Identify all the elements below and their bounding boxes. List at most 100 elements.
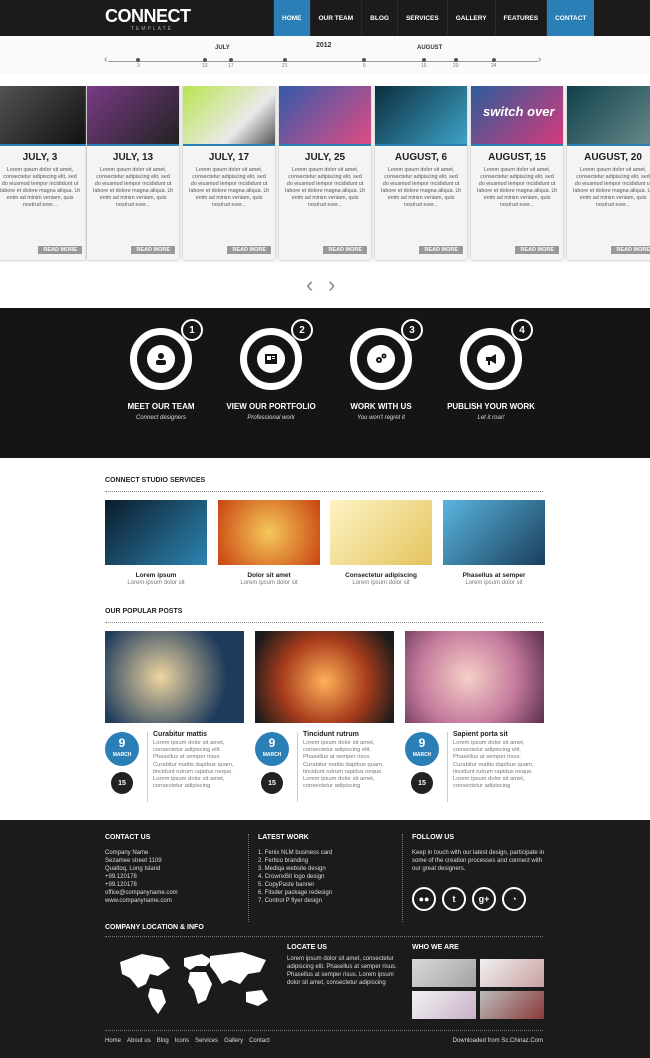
timeline: 2012 JULY AUGUST ‹ › 3 13 17 21 6 15 20 …	[0, 36, 650, 74]
timeline-year: 2012	[316, 42, 332, 49]
read-more-button[interactable]: READ MORE	[419, 246, 463, 254]
latest-work-link[interactable]: 1. Fenix NLM business card	[258, 849, 398, 857]
read-more-button[interactable]: READ MORE	[323, 246, 367, 254]
nav-our-team[interactable]: OUR TEAM	[309, 0, 362, 36]
flickr-icon[interactable]: ●●	[412, 887, 436, 911]
latest-work-link[interactable]: 7. Control P flyer design	[258, 897, 398, 905]
team-thumbnail[interactable]	[412, 959, 476, 987]
nav-gallery[interactable]: GALLERY	[446, 0, 495, 36]
post-title[interactable]: Curabitur mattis	[153, 731, 245, 738]
footer-nav-home[interactable]: Home	[105, 1038, 121, 1044]
timeline-dot[interactable]	[283, 58, 287, 62]
date-badge: 9 MARCH	[105, 732, 139, 766]
locate-text: Lorem ipsum dolor sit amet, consectetur …	[287, 956, 397, 986]
footer-nav-services[interactable]: Services	[195, 1038, 218, 1044]
step-publish-your-work[interactable]: 4 PUBLISH YOUR WORK Let it roar!	[441, 319, 541, 421]
read-more-button[interactable]: READ MORE	[227, 246, 271, 254]
post-title[interactable]: Tincidunt rutrum	[303, 731, 395, 738]
card-image[interactable]	[0, 86, 86, 144]
twitter-icon[interactable]: t	[442, 887, 466, 911]
read-more-button[interactable]: READ MORE	[611, 246, 650, 254]
service-image[interactable]	[105, 500, 207, 565]
read-more-button[interactable]: READ MORE	[38, 246, 82, 254]
latest-work-link[interactable]: 5. CopyPaste banner	[258, 881, 398, 889]
card-text: Lorem ipsum dolor sit amet, consectetur …	[0, 167, 80, 208]
timeline-next-icon[interactable]: ›	[538, 54, 541, 65]
rss-icon[interactable]: ◔	[502, 887, 526, 911]
comment-count[interactable]: 15	[111, 772, 133, 794]
social-icons: ●● t g+ ◔	[412, 887, 547, 911]
nav-home[interactable]: HOME	[273, 0, 310, 36]
post-title[interactable]: Sapient porta sit	[453, 731, 545, 738]
latest-work-link[interactable]: 4. CrownxBit logo design	[258, 873, 398, 881]
portfolio-icon	[257, 345, 285, 373]
latest-work-link[interactable]: 2. Fertico branding	[258, 857, 398, 865]
service-title: Lorem ipsum	[135, 572, 177, 579]
timeline-card: JULY, 25 Lorem ipsum dolor sit amet, con…	[279, 86, 371, 260]
timeline-dot[interactable]	[362, 58, 366, 62]
card-text: Lorem ipsum dolor sit amet, consectetur …	[93, 167, 173, 208]
nav-blog[interactable]: BLOG	[361, 0, 397, 36]
post-excerpt: Lorem ipsum dolor sit amet, consectetur …	[453, 740, 534, 790]
step-subtitle: You won't regret it	[357, 415, 405, 421]
post-image[interactable]	[255, 631, 394, 723]
post-image[interactable]	[105, 631, 244, 723]
carousel-prev-icon[interactable]: ‹	[306, 272, 313, 298]
timeline-card: AUGUST, 6 Lorem ipsum dolor sit amet, co…	[375, 86, 467, 260]
timeline-tick: 15	[421, 63, 427, 69]
step-subtitle: Let it roar!	[477, 415, 505, 421]
team-thumbnail[interactable]	[480, 991, 544, 1019]
step-view-portfolio[interactable]: 2 VIEW OUR PORTFOLIO Professional work	[221, 319, 321, 421]
service-item[interactable]: Consectetur adipiscing Lorem ipsum dolor…	[330, 500, 432, 586]
timeline-dot[interactable]	[422, 58, 426, 62]
timeline-prev-icon[interactable]: ‹	[104, 54, 107, 65]
card-image[interactable]	[375, 86, 467, 144]
read-more-button[interactable]: READ MORE	[131, 246, 175, 254]
footer-nav-blog[interactable]: Blog	[157, 1038, 169, 1044]
megaphone-icon	[477, 345, 505, 373]
service-item[interactable]: Lorem ipsum Lorem ipsum dolor sit	[105, 500, 207, 586]
service-image[interactable]	[443, 500, 545, 565]
nav-services[interactable]: SERVICES	[396, 0, 447, 36]
timeline-dot[interactable]	[492, 58, 496, 62]
logo[interactable]: CONNECT TEMPLATE	[105, 6, 191, 32]
footer-nav-about[interactable]: About us	[127, 1038, 151, 1044]
footer-nav-icons[interactable]: Icons	[175, 1038, 189, 1044]
comment-count[interactable]: 15	[261, 772, 283, 794]
service-image[interactable]	[218, 500, 320, 565]
nav-contact[interactable]: CONTACT	[546, 0, 595, 36]
card-image[interactable]	[279, 86, 371, 144]
footer-nav-contact[interactable]: Contact	[249, 1038, 270, 1044]
timeline-dot[interactable]	[229, 58, 233, 62]
world-map[interactable]	[110, 944, 278, 1018]
step-work-with-us[interactable]: 3 WORK WITH US You won't regret it	[331, 319, 431, 421]
latest-work-link[interactable]: 3. Mediqa website design	[258, 865, 398, 873]
card-image[interactable]	[183, 86, 275, 144]
service-image[interactable]	[330, 500, 432, 565]
comment-count[interactable]: 15	[411, 772, 433, 794]
post-image[interactable]	[405, 631, 544, 723]
footer-nav-gallery[interactable]: Gallery	[224, 1038, 243, 1044]
carousel-next-icon[interactable]: ›	[328, 272, 335, 298]
contact-email[interactable]: office@companyname.com	[105, 889, 235, 897]
timeline-dot[interactable]	[203, 58, 207, 62]
card-image[interactable]: switch over	[471, 86, 563, 144]
latest-work-link[interactable]: 6. Fitsder package redesign	[258, 889, 398, 897]
step-meet-our-team[interactable]: 1 MEET OUR TEAM Connect designers	[111, 319, 211, 421]
team-thumbnail[interactable]	[412, 991, 476, 1019]
googleplus-icon[interactable]: g+	[472, 887, 496, 911]
service-item[interactable]: Phasellus at semper Lorem ipsum dolor si…	[443, 500, 545, 586]
service-title: Phasellus at semper	[462, 572, 526, 579]
read-more-button[interactable]: READ MORE	[515, 246, 559, 254]
team-thumbnail[interactable]	[480, 959, 544, 987]
nav-features[interactable]: FEATURES	[494, 0, 547, 36]
timeline-dot[interactable]	[454, 58, 458, 62]
footer-location-title: COMPANY LOCATION & INFO	[105, 924, 204, 931]
card-image[interactable]	[87, 86, 179, 144]
step-title: VIEW OUR PORTFOLIO	[226, 402, 316, 411]
divider	[105, 622, 543, 623]
timeline-dot[interactable]	[136, 58, 140, 62]
service-item[interactable]: Dolor sit amet Lorem ipsum dolor sit	[218, 500, 320, 586]
contact-website[interactable]: www.companyname.com	[105, 897, 235, 905]
card-image[interactable]	[567, 86, 650, 144]
